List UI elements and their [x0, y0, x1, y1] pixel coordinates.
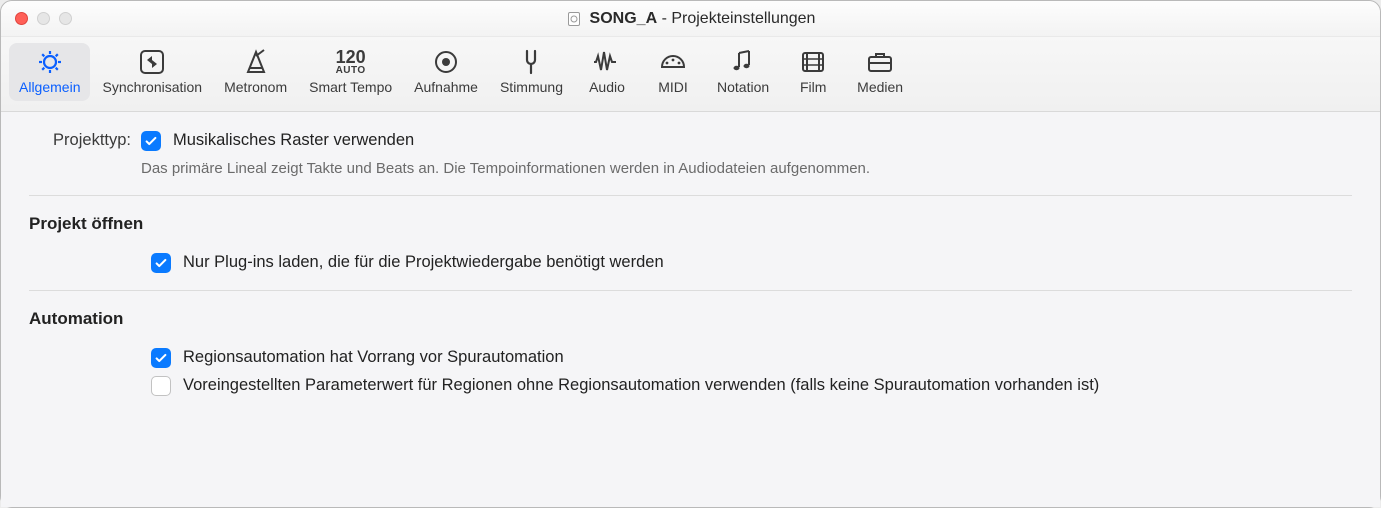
tab-recording[interactable]: Aufnahme [404, 43, 488, 101]
region-priority-checkbox[interactable] [151, 348, 171, 368]
preset-param-value-checkbox[interactable] [151, 376, 171, 396]
document-icon [566, 11, 582, 27]
smart-tempo-icon: 120 AUTO [334, 47, 368, 77]
zoom-button[interactable] [59, 12, 72, 25]
load-needed-plugins-checkbox[interactable] [151, 253, 171, 273]
tab-midi[interactable]: MIDI [641, 43, 705, 101]
tab-synchronization[interactable]: Synchronisation [92, 43, 212, 101]
close-button[interactable] [15, 12, 28, 25]
tab-general[interactable]: Allgemein [9, 43, 90, 101]
toolbar: Allgemein Synchronisation Metronom 120 A… [1, 37, 1380, 112]
tab-audio[interactable]: Audio [575, 43, 639, 101]
window-subtitle: Projekteinstellungen [671, 10, 815, 27]
tuning-fork-icon [514, 47, 548, 77]
tab-recording-label: Aufnahme [414, 79, 478, 95]
filmstrip-icon [796, 47, 830, 77]
project-type-label: Projekttyp: [29, 130, 141, 150]
record-icon [429, 47, 463, 77]
preset-param-value-label: Voreingestellten Parameterwert für Regio… [183, 376, 1099, 395]
use-music-grid-checkbox[interactable] [141, 131, 161, 151]
use-music-grid-label: Musikalisches Raster verwenden [173, 131, 414, 150]
minimize-button[interactable] [37, 12, 50, 25]
tab-audio-label: Audio [589, 79, 625, 95]
doc-name: SONG_A [590, 10, 658, 27]
tab-notation[interactable]: Notation [707, 43, 779, 101]
tab-assets-label: Medien [857, 79, 903, 95]
gear-icon [33, 47, 67, 77]
project-settings-window: SONG_A - Projekteinstellungen Allgemein … [0, 0, 1381, 508]
divider [29, 195, 1352, 196]
tab-assets[interactable]: Medien [847, 43, 913, 101]
load-needed-plugins-label: Nur Plug-ins laden, die für die Projektw… [183, 253, 664, 272]
automation-title: Automation [29, 309, 1352, 329]
sync-icon [135, 47, 169, 77]
tab-smarttempo-label: Smart Tempo [309, 79, 392, 95]
window-title: SONG_A - Projekteinstellungen [1, 10, 1380, 28]
tab-tuning[interactable]: Stimmung [490, 43, 573, 101]
tab-tuning-label: Stimmung [500, 79, 563, 95]
midi-connector-icon [656, 47, 690, 77]
tab-midi-label: MIDI [658, 79, 688, 95]
tab-film-label: Film [800, 79, 826, 95]
tab-smart-tempo[interactable]: 120 AUTO Smart Tempo [299, 43, 402, 101]
waveform-icon [590, 47, 624, 77]
open-project-title: Projekt öffnen [29, 214, 1352, 234]
tab-general-label: Allgemein [19, 79, 80, 95]
metronome-icon [239, 47, 273, 77]
tab-sync-label: Synchronisation [102, 79, 202, 95]
project-type-help: Das primäre Lineal zeigt Takte und Beats… [141, 160, 1352, 177]
titlebar: SONG_A - Projekteinstellungen [1, 1, 1380, 37]
divider [29, 290, 1352, 291]
tab-metronome-label: Metronom [224, 79, 287, 95]
tab-film[interactable]: Film [781, 43, 845, 101]
music-notes-icon [726, 47, 760, 77]
traffic-lights [15, 12, 72, 25]
region-priority-label: Regionsautomation hat Vorrang vor Spurau… [183, 348, 564, 367]
content-pane: Projekttyp: Musikalisches Raster verwend… [1, 112, 1380, 507]
briefcase-icon [863, 47, 897, 77]
tab-metronome[interactable]: Metronom [214, 43, 297, 101]
tab-notation-label: Notation [717, 79, 769, 95]
